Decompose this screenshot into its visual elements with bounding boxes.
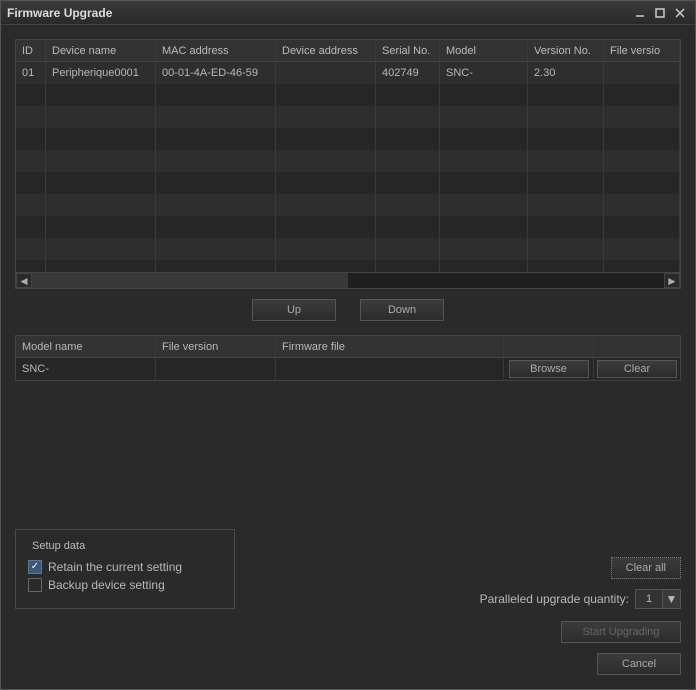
col-mac[interactable]: MAC address: [156, 40, 276, 61]
col-id[interactable]: ID: [16, 40, 46, 61]
retain-label: Retain the current setting: [48, 560, 182, 574]
scroll-track[interactable]: [32, 273, 664, 288]
cell-firmware-file: [276, 358, 504, 380]
col-browse-spacer: [504, 336, 594, 357]
checkbox-icon: [28, 578, 42, 592]
scroll-left-icon[interactable]: ◄: [16, 273, 32, 288]
table-row-empty: [16, 84, 680, 106]
col-firmware-file: Firmware file: [276, 336, 504, 357]
parallel-quantity-select[interactable]: 1 ▼: [635, 589, 681, 609]
firmware-file-table: Model name File version Firmware file SN…: [15, 335, 681, 381]
parallel-quantity-row: Paralleled upgrade quantity: 1 ▼: [480, 589, 681, 609]
up-button[interactable]: Up: [252, 299, 336, 321]
reorder-buttons: Up Down: [15, 289, 681, 335]
maximize-button[interactable]: [651, 5, 669, 21]
col-device-address[interactable]: Device address: [276, 40, 376, 61]
table-row-empty: [16, 128, 680, 150]
cell-device-address: [276, 62, 376, 84]
fwtable-row: SNC- Browse Clear: [16, 358, 680, 380]
browse-button[interactable]: Browse: [509, 360, 589, 378]
cell-mac: 00-01-4A-ED-46-59: [156, 62, 276, 84]
table-row-empty: [16, 194, 680, 216]
start-upgrading-button[interactable]: Start Upgrading: [561, 621, 681, 643]
cell-serial: 402749: [376, 62, 440, 84]
scroll-right-icon[interactable]: ►: [664, 273, 680, 288]
table-row[interactable]: 01 Peripherique0001 00-01-4A-ED-46-59 40…: [16, 62, 680, 84]
grid-header: ID Device name MAC address Device addres…: [16, 40, 680, 62]
bottom-row: Setup data Retain the current setting Ba…: [15, 529, 681, 609]
down-button[interactable]: Down: [360, 299, 444, 321]
col-version[interactable]: Version No.: [528, 40, 604, 61]
col-clear-spacer: [594, 336, 680, 357]
clear-button[interactable]: Clear: [597, 360, 677, 378]
parallel-label: Paralleled upgrade quantity:: [480, 592, 629, 606]
scroll-thumb[interactable]: [32, 273, 348, 288]
parallel-value: 1: [636, 593, 662, 605]
action-row: Start Upgrading: [15, 609, 681, 643]
cell-version: 2.30: [528, 62, 604, 84]
col-model[interactable]: Model: [440, 40, 528, 61]
col-file-version[interactable]: File versio: [604, 40, 680, 61]
table-row-empty: [16, 216, 680, 238]
table-row-empty: [16, 172, 680, 194]
content-area: ID Device name MAC address Device addres…: [1, 25, 695, 689]
col-file-version2: File version: [156, 336, 276, 357]
table-row-empty: [16, 238, 680, 260]
cell-device-name: Peripherique0001: [46, 62, 156, 84]
table-row-empty: [16, 150, 680, 172]
close-button[interactable]: [671, 5, 689, 21]
grid-body: 01 Peripherique0001 00-01-4A-ED-46-59 40…: [16, 62, 680, 272]
col-device-name[interactable]: Device name: [46, 40, 156, 61]
chevron-down-icon: ▼: [662, 590, 680, 608]
backup-label: Backup device setting: [48, 578, 165, 592]
right-column: Clear all Paralleled upgrade quantity: 1…: [247, 557, 681, 609]
setup-legend: Setup data: [28, 540, 222, 552]
retain-setting-checkbox[interactable]: Retain the current setting: [28, 560, 222, 574]
cell-model: SNC-: [440, 62, 528, 84]
clear-all-button[interactable]: Clear all: [611, 557, 681, 579]
cell-model-name: SNC-: [16, 358, 156, 380]
cell-id: 01: [16, 62, 46, 84]
backup-setting-checkbox[interactable]: Backup device setting: [28, 578, 222, 592]
table-row-empty: [16, 260, 680, 272]
setup-data-fieldset: Setup data Retain the current setting Ba…: [15, 529, 235, 609]
cancel-button[interactable]: Cancel: [597, 653, 681, 675]
footer-row: Cancel: [15, 643, 681, 675]
fwtable-header: Model name File version Firmware file: [16, 336, 680, 358]
horizontal-scrollbar[interactable]: ◄ ►: [16, 272, 680, 288]
minimize-button[interactable]: [631, 5, 649, 21]
window-title: Firmware Upgrade: [7, 6, 631, 20]
col-model-name: Model name: [16, 336, 156, 357]
cell-file-version: [604, 62, 680, 84]
cell-file-version2: [156, 358, 276, 380]
checkbox-icon: [28, 560, 42, 574]
titlebar-buttons: [631, 5, 689, 21]
titlebar: Firmware Upgrade: [1, 1, 695, 25]
col-serial[interactable]: Serial No.: [376, 40, 440, 61]
firmware-upgrade-window: Firmware Upgrade ID Device name MAC addr…: [0, 0, 696, 690]
device-grid: ID Device name MAC address Device addres…: [15, 39, 681, 289]
table-row-empty: [16, 106, 680, 128]
